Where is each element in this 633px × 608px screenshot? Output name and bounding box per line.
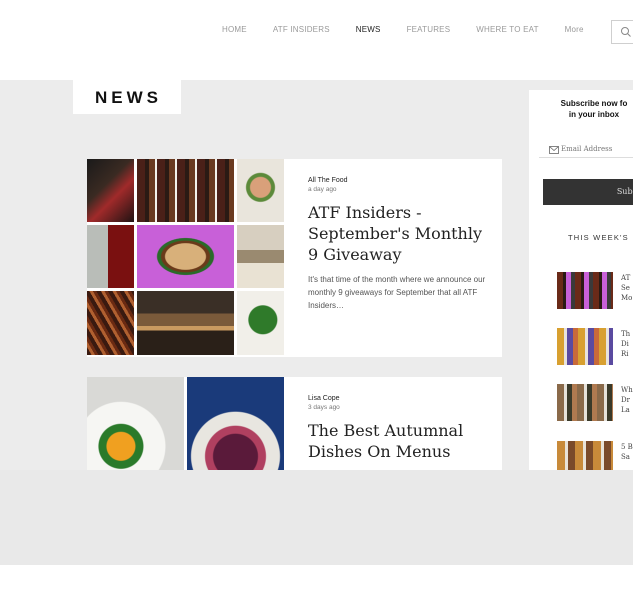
subscribe-button[interactable]: Subscr [543,179,633,205]
page-title-box: NEWS [73,80,181,114]
subscribe-heading: Subscribe now fo in your inbox [539,98,633,120]
main-content: NEWS All The Food a day ago ATF Insiders… [0,80,633,470]
trending-title-line: Di [621,340,629,348]
trending-title-line: Mo [621,294,633,302]
top-navigation-bar: HOME ATF INSIDERS NEWS FEATURES WHERE TO… [0,0,633,80]
search-button[interactable] [611,20,633,44]
food-photo-tile [237,159,284,222]
food-photo-tile [87,159,134,222]
food-photo-tile [87,377,184,470]
article-text: All The Food a day ago ATF Insiders - Se… [308,177,488,312]
article-date: 3 days ago [308,404,340,411]
trending-title-line: AT [621,274,631,282]
food-photo-tile [187,377,284,470]
food-photo-tile [87,291,134,355]
article-excerpt: It's that time of the month where we ann… [308,275,486,310]
mail-icon [549,146,559,154]
subscribe-heading-line: in your inbox [568,110,620,119]
interior-photo-tile [87,225,134,288]
article-card[interactable]: Lisa Cope 3 days ago The Best Autumnal D… [87,377,502,470]
nav-where-to-eat[interactable]: WHERE TO EAT [476,25,538,34]
article-text: Lisa Cope 3 days ago The Best Autumnal D… [308,395,488,462]
trending-thumbnail[interactable] [557,272,613,309]
trending-title[interactable]: 5 B Sa [621,442,633,462]
email-placeholder: Email Address [561,145,613,153]
nav-features[interactable]: FEATURES [407,25,451,34]
trending-title[interactable]: Wh Dr La [621,385,633,415]
subscribe-heading-line: Subscribe now fo [560,99,628,108]
main-nav: HOME ATF INSIDERS NEWS FEATURES WHERE TO… [222,25,610,34]
article-author[interactable]: All The Food [308,177,488,184]
trending-title[interactable]: Th Di Ri [621,329,633,359]
page-title: NEWS [95,88,162,107]
article-image-collage[interactable] [87,159,284,357]
trending-title-line: Wh [621,386,633,394]
nav-more[interactable]: More [565,25,584,34]
trending-title-line: Th [621,330,631,338]
search-icon [621,27,631,37]
article-date: a day ago [308,186,337,193]
nav-news[interactable]: NEWS [356,25,381,34]
trending-title-line: Ri [621,350,629,358]
food-photo-tile [237,291,284,355]
this-week-heading: THIS WEEK'S [568,233,629,242]
dining-room-photo [137,291,234,355]
trending-title-line: La [621,406,630,414]
article-title[interactable]: ATF Insiders - September's Monthly 9 Giv… [308,202,488,265]
trending-thumbnail[interactable] [557,384,613,421]
trending-title[interactable]: AT Se Mo [621,273,633,303]
trending-thumbnail[interactable] [557,328,613,365]
nav-atf-insiders[interactable]: ATF INSIDERS [273,25,330,34]
footer-band [0,470,633,565]
article-card[interactable]: All The Food a day ago ATF Insiders - Se… [87,159,502,357]
article-author[interactable]: Lisa Cope [308,395,488,402]
sidebar: Subscribe now fo in your inbox Email Add… [529,90,633,470]
article-image[interactable] [87,377,284,470]
article-title[interactable]: The Best Autumnal Dishes On Menus [308,420,488,462]
restaurant-photo-tile [237,225,284,288]
trending-title-line: 5 B [621,443,633,451]
trending-title-line: Se [621,284,630,292]
trending-thumbnail[interactable] [557,441,613,470]
platter-photo [137,225,234,288]
trending-title-line: Dr [621,396,630,404]
trending-title-line: Sa [621,453,630,461]
nav-home[interactable]: HOME [222,25,247,34]
wine-bottles-photo [137,159,234,222]
